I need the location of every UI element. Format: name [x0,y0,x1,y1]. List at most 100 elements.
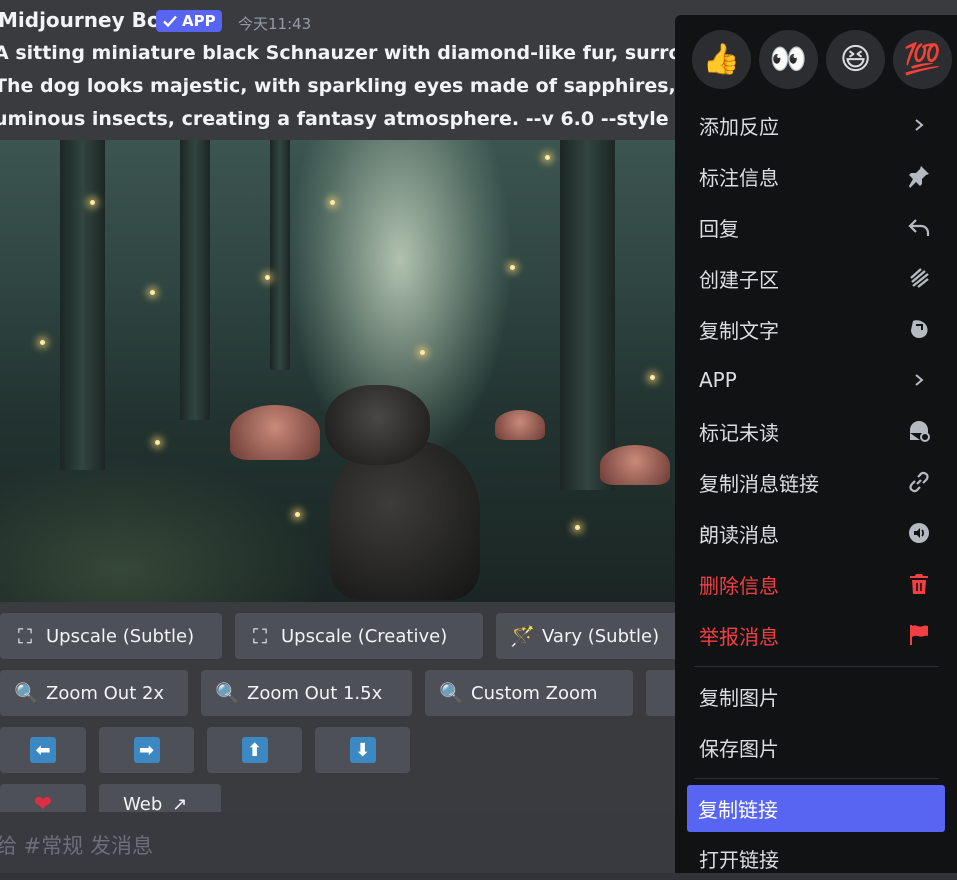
menu-item-copy-message-link[interactable]: 复制消息链接 [688,460,944,504]
sparkle [155,440,160,445]
menu-item-label: 朗读消息 [699,522,779,547]
trash-icon [906,571,932,597]
arrow-up-icon: ⬆ [241,737,268,763]
arrow-right-icon: ➡ [133,737,160,763]
mushroom [600,445,670,485]
pan-up-button[interactable]: ⬆ [207,727,302,773]
menu-item-label: 保存图片 [699,736,779,761]
dog-head [325,385,430,465]
copy-text-icon [906,316,932,342]
menu-item-report-message[interactable]: 举报消息 [688,613,944,657]
upscale-creative-button[interactable]: ⛶ Upscale (Creative) [235,613,483,659]
button-label: Upscale (Creative) [281,625,448,647]
menu-item-read-aloud[interactable]: 朗读消息 [688,511,944,555]
sparkle [265,275,270,280]
button-label: Zoom Out 2x [46,682,165,704]
pan-right-button[interactable]: ➡ [99,727,194,773]
menu-item-mark-unread[interactable]: 标记未读 [688,409,944,453]
sparkle [545,155,550,160]
sparkle [40,340,45,345]
prompt-line: uminous insects, creating a fantasy atmo… [0,108,685,130]
menu-item-label: 打开链接 [699,847,779,872]
magic-wand-icon: 🪄 [510,624,535,648]
button-label: Custom Zoom [471,682,598,704]
menu-separator [694,666,939,667]
menu-item-copy-text[interactable]: 复制文字 [688,307,944,351]
custom-zoom-button[interactable]: 🔍 Custom Zoom [425,670,633,716]
quick-reactions: 👍 👀 😆 💯 [692,30,952,89]
chevron-right-icon [906,367,932,393]
eyes-reaction[interactable]: 👀 [759,30,818,89]
author-name[interactable]: Midjourney Bot [0,8,170,32]
tree-trunk [60,140,105,470]
expand-icon: ⛶ [18,624,32,648]
app-badge: APP [156,10,222,32]
speaker-icon [906,520,932,546]
menu-item-label: 回复 [699,216,739,241]
mushroom [495,410,545,440]
menu-item-reply[interactable]: 回复 [688,205,944,249]
sparkle [295,512,300,517]
button-label: Vary (Subtle) [542,625,660,647]
button-label: Zoom Out 1.5x [247,682,383,704]
magnifier-icon: 🔍 [215,681,240,705]
mark-unread-icon [906,418,932,444]
magnifier-icon: 🔍 [439,681,464,705]
menu-item-label: 复制文字 [699,318,779,343]
menu-item-pin-message[interactable]: 标注信息 [688,154,944,198]
menu-item-apps[interactable]: APP [688,358,944,402]
thumbs-up-reaction[interactable]: 👍 [692,30,751,89]
menu-item-copy-image[interactable]: 复制图片 [688,674,944,718]
zoom-out-1-5x-button[interactable]: 🔍 Zoom Out 1.5x [201,670,412,716]
zoom-out-2x-button[interactable]: 🔍 Zoom Out 2x [0,670,188,716]
menu-item-open-link[interactable]: 打开链接 [688,836,944,880]
app-badge-label: APP [182,12,216,30]
menu-item-label: 删除信息 [699,573,779,598]
timestamp[interactable]: 今天11:43 [238,13,311,34]
menu-item-label: 复制消息链接 [699,471,819,496]
menu-item-add-reaction[interactable]: 添加反应 [688,103,944,147]
menu-separator [694,778,939,779]
menu-item-copy-link[interactable]: 复制链接 [687,785,945,832]
sparkle [575,525,580,530]
menu-item-save-image[interactable]: 保存图片 [688,725,944,769]
chevron-right-icon [906,112,932,138]
prompt-line: A sitting miniature black Schnauzer with… [0,42,694,64]
flag-icon [906,622,932,648]
menu-item-label: 创建子区 [699,267,779,292]
mushroom [230,405,320,460]
thread-icon [906,265,932,291]
pan-down-button[interactable]: ⬇ [315,727,410,773]
menu-item-label: 复制链接 [698,798,778,822]
button-label: Upscale (Subtle) [46,625,195,647]
checkmark-icon [163,15,177,28]
sparkle [150,290,155,295]
reply-icon [906,214,932,240]
arrow-left-icon: ⬅ [30,737,56,763]
sparkle [90,200,95,205]
vary-subtle-button[interactable]: 🪄 Vary (Subtle) [496,613,686,659]
menu-item-label: 添加反应 [699,114,779,139]
sparkle [330,200,335,205]
upscale-subtle-button[interactable]: ⛶ Upscale (Subtle) [0,613,222,659]
generated-image[interactable] [0,140,676,602]
menu-item-create-thread[interactable]: 创建子区 [688,256,944,300]
menu-item-label: 举报消息 [699,624,779,649]
arrow-down-icon: ⬇ [349,737,376,763]
message-input-placeholder: 给 #常规 发消息 [0,834,153,858]
prompt-line: The dog looks majestic, with sparkling e… [0,75,694,97]
menu-item-label: 标记未读 [699,420,779,445]
dog-figure [330,440,480,600]
link-icon [906,469,932,495]
hundred-reaction[interactable]: 💯 [893,30,952,89]
tree-trunk [180,140,210,420]
sparkle [420,350,425,355]
menu-item-label: 复制图片 [699,685,779,710]
tree-trunk [270,140,290,370]
menu-item-label: 标注信息 [699,165,779,190]
tree-trunk [560,140,615,490]
pan-left-button[interactable]: ⬅ [0,727,86,773]
laughing-reaction[interactable]: 😆 [826,30,885,89]
menu-item-delete-message[interactable]: 删除信息 [688,562,944,606]
pin-icon [906,163,932,189]
